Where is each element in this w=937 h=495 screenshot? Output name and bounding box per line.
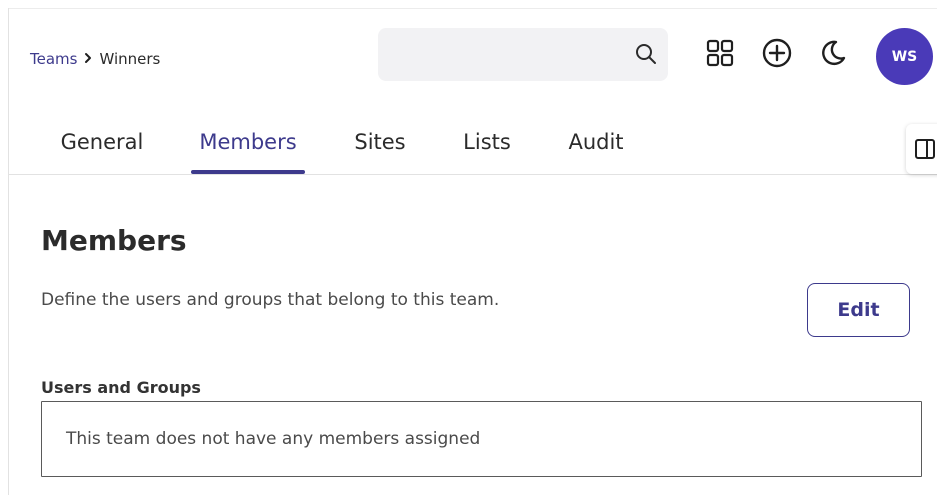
moon-icon: [822, 40, 846, 65]
search-icon[interactable]: [634, 42, 658, 66]
side-panel-toggle-button[interactable]: [906, 124, 937, 174]
tabs-divider: [8, 174, 937, 175]
avatar-initials: WS: [891, 48, 918, 65]
left-border: [8, 8, 9, 495]
apps-grid-button[interactable]: [703, 36, 737, 70]
user-avatar[interactable]: WS: [876, 28, 933, 85]
tab-general[interactable]: General: [58, 130, 146, 174]
search-input[interactable]: [378, 28, 668, 81]
breadcrumb-separator: [82, 50, 94, 68]
tab-members[interactable]: Members: [191, 130, 305, 174]
tab-bar: General Members Sites Lists Audit: [0, 130, 905, 174]
grid-icon: [706, 39, 734, 67]
tab-lists[interactable]: Lists: [459, 130, 515, 174]
section-description: Define the users and groups that belong …: [41, 290, 500, 310]
breadcrumb-current: Winners: [99, 50, 161, 68]
panel-toggle-icon: [915, 139, 935, 159]
tab-audit[interactable]: Audit: [566, 130, 626, 174]
empty-members-message: This team does not have any members assi…: [66, 429, 481, 449]
add-button[interactable]: [760, 36, 794, 70]
members-list-box: This team does not have any members assi…: [41, 401, 922, 477]
theme-toggle-button[interactable]: [816, 36, 850, 70]
team-members-page: Teams Winners WS General Members Sites L…: [0, 0, 937, 495]
plus-circle-icon: [762, 38, 792, 68]
breadcrumb: Teams Winners: [30, 50, 160, 68]
edit-button[interactable]: Edit: [807, 283, 910, 337]
chevron-right-icon: [85, 53, 92, 63]
page-title: Members: [41, 224, 187, 257]
breadcrumb-teams-link[interactable]: Teams: [30, 50, 77, 68]
users-groups-label: Users and Groups: [41, 378, 201, 397]
tab-sites[interactable]: Sites: [350, 130, 410, 174]
top-border: [8, 8, 937, 9]
